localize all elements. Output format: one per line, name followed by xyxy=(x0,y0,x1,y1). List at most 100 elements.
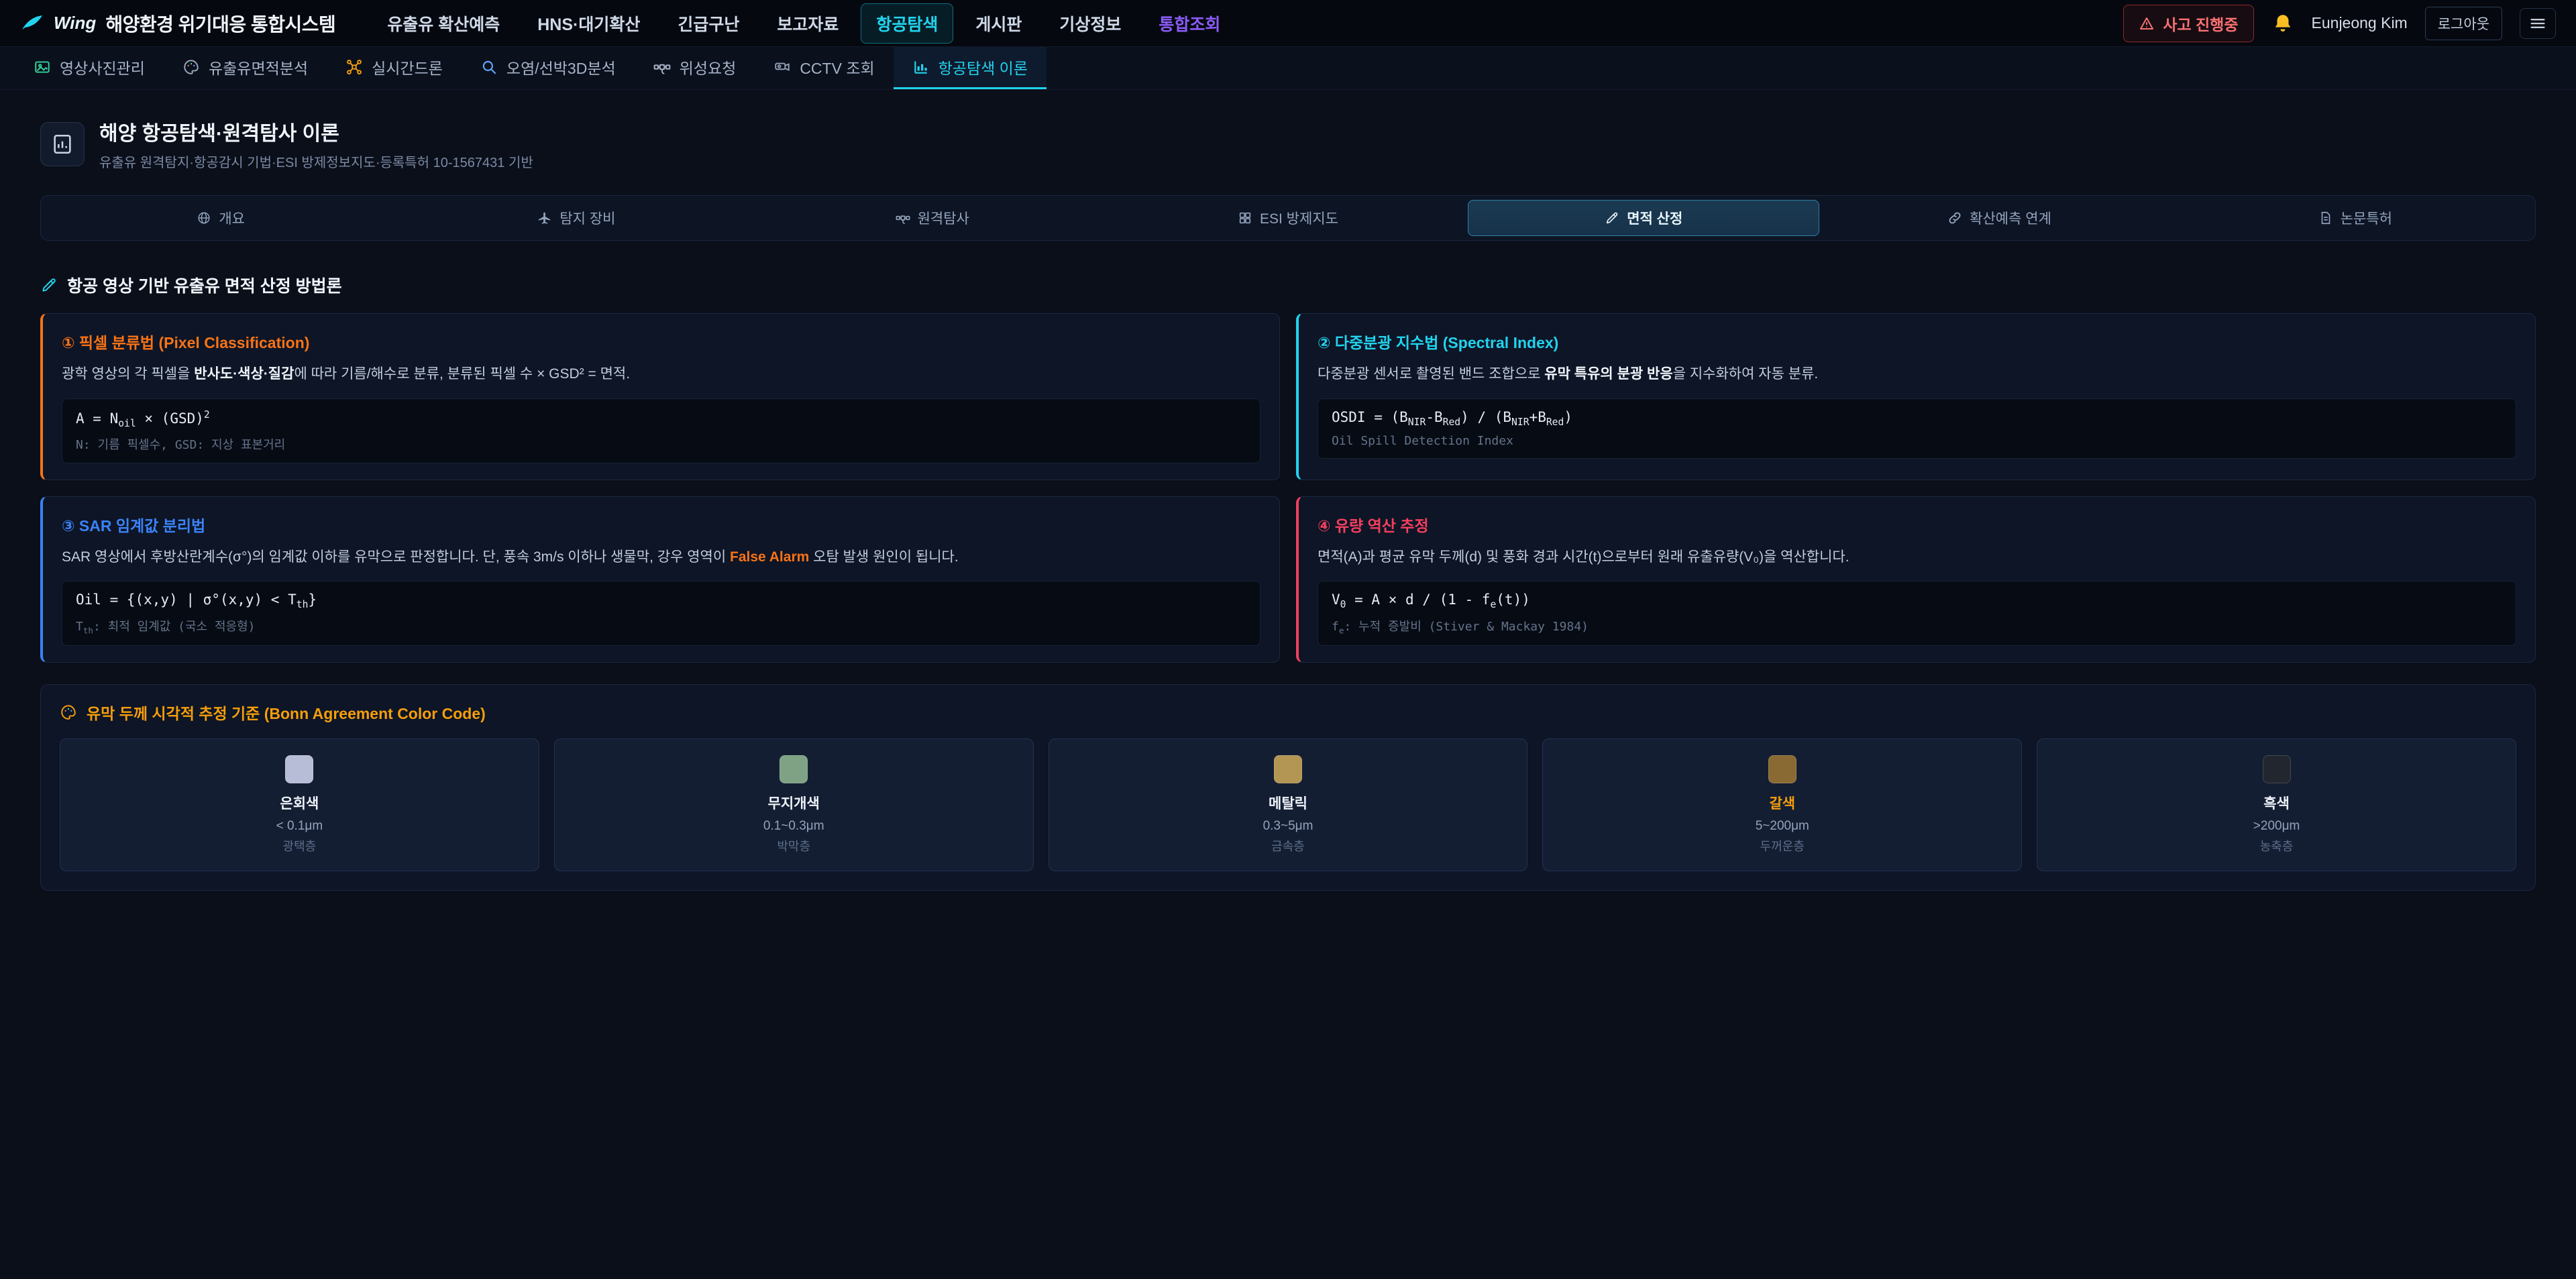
method-formula-block: A = Noil × (GSD)2 N: 기름 픽셀수, GSD: 지상 표본거리 xyxy=(62,398,1260,463)
sub-nav-item-label: 실시간드론 xyxy=(372,56,443,78)
drone-icon xyxy=(345,58,363,76)
method-card: ① 픽셀 분류법 (Pixel Classification) 광학 영상의 각 … xyxy=(40,313,1280,480)
magnifier-icon xyxy=(480,58,498,76)
brand-logo-text: Wing xyxy=(54,13,96,34)
page-titles: 해양 항공탐색·원격탐사 이론 유출유 원격탐지·항공감시 기법·ESI 방제정… xyxy=(99,117,533,171)
topbar: Wing 해양환경 위기대응 통합시스템 유출유 확산예측HNS·대기확산긴급구… xyxy=(0,0,2576,47)
top-nav-item[interactable]: 항공탐색 xyxy=(861,3,953,44)
sub-nav-item[interactable]: 항공탐색 이론 xyxy=(894,47,1046,89)
sub-nav-item-label: 유출유면적분석 xyxy=(209,56,308,78)
bonn-color-name: 흑색 xyxy=(2045,793,2508,813)
theory-tab[interactable]: ESI 방제지도 xyxy=(1112,200,1464,236)
top-nav-item[interactable]: 통합조회 xyxy=(1143,3,1236,44)
theory-tab[interactable]: 논문특허 xyxy=(2180,200,2531,236)
globe-icon xyxy=(197,211,211,225)
bonn-layer-label: 농축층 xyxy=(2045,837,2508,854)
theory-tab-label: 확산예측 연계 xyxy=(1970,208,2051,228)
link-icon xyxy=(1947,211,1962,225)
sub-nav-item-label: 위성요청 xyxy=(680,56,737,78)
method-card-body: 광학 영상의 각 픽셀을 반사도·색상·질감에 따라 기름/해수로 분류, 분류… xyxy=(62,363,1260,386)
bonn-color-name: 메탈릭 xyxy=(1057,793,1519,813)
brand-title: 해양환경 위기대응 통합시스템 xyxy=(105,10,335,37)
sub-nav-item[interactable]: 실시간드론 xyxy=(327,47,462,89)
theory-tab-bar: 개요 탐지 장비 원격탐사 ESI 방제지도 면적 산정 확산예측 연계 논문특허 xyxy=(40,195,2536,241)
chart-icon xyxy=(912,58,930,76)
top-nav-item[interactable]: 긴급구난 xyxy=(662,3,755,44)
method-formula-note: fe: 누적 증발비 (Stiver & Mackay 1984) xyxy=(1332,617,2502,636)
bonn-color-name: 은회색 xyxy=(68,793,531,813)
bonn-color-card: 갈색5~200μm두꺼운층 xyxy=(1542,738,2022,871)
top-nav-item[interactable]: HNS·대기확산 xyxy=(522,3,655,44)
method-formula: A = Noil × (GSD)2 xyxy=(76,409,1246,429)
sub-nav-item[interactable]: 오염/선박3D분석 xyxy=(462,47,635,89)
theory-tab[interactable]: 확산예측 연계 xyxy=(1823,200,2175,236)
doc-chart-icon xyxy=(51,133,74,156)
warning-icon xyxy=(2139,15,2155,32)
theory-tab[interactable]: 면적 산정 xyxy=(1468,200,1819,236)
main-nav: 유출유 확산예측HNS·대기확산긴급구난보고자료항공탐색게시판기상정보통합조회 xyxy=(372,3,1236,44)
bonn-title-text: 유막 두께 시각적 추정 기준 (Bonn Agreement Color Co… xyxy=(87,701,486,724)
logout-button[interactable]: 로그아웃 xyxy=(2425,7,2502,40)
theory-tab[interactable]: 개요 xyxy=(45,200,396,236)
bonn-thickness-range: 5~200μm xyxy=(1551,819,2013,834)
bonn-color-card: 메탈릭0.3~5μm금속층 xyxy=(1049,738,1528,871)
bonn-grid: 은회색< 0.1μm광택층무지개색0.1~0.3μm박막층메탈릭0.3~5μm금… xyxy=(60,738,2516,871)
section-title-text: 항공 영상 기반 유출유 면적 산정 방법론 xyxy=(67,273,342,297)
theory-tab[interactable]: 원격탐사 xyxy=(757,200,1108,236)
top-nav-item[interactable]: 유출유 확산예측 xyxy=(372,3,515,44)
page-title: 해양 항공탐색·원격탐사 이론 xyxy=(99,117,533,146)
bonn-section-title: 유막 두께 시각적 추정 기준 (Bonn Agreement Color Co… xyxy=(60,701,2516,724)
sub-nav-item[interactable]: 위성요청 xyxy=(635,47,755,89)
method-formula-note: Tth: 최적 임계값 (국소 적응형) xyxy=(76,617,1246,636)
topbar-right: 사고 진행중 Eunjeong Kim 로그아웃 xyxy=(2123,5,2556,42)
theory-tab-label: 개요 xyxy=(219,208,245,228)
method-formula: OSDI = (BNIR-BRed) / (BNIR+BRed) xyxy=(1332,409,2502,428)
method-card-title: ① 픽셀 분류법 (Pixel Classification) xyxy=(62,330,1260,353)
notification-bell-icon[interactable] xyxy=(2271,12,2294,35)
color-swatch xyxy=(1274,755,1302,783)
method-formula: Oil = {(x,y) | σ°(x,y) < Tth} xyxy=(76,592,1246,610)
bonn-layer-label: 박막층 xyxy=(563,837,1025,854)
color-swatch xyxy=(2263,755,2291,783)
top-nav-item[interactable]: 보고자료 xyxy=(761,3,854,44)
pencil-icon xyxy=(1605,211,1619,225)
method-formula-note: N: 기름 픽셀수, GSD: 지상 표본거리 xyxy=(76,435,1246,453)
cctv-icon xyxy=(773,58,791,76)
sub-nav: 영상사진관리 유출유면적분석 실시간드론 오염/선박3D분석 위성요청 CCTV 조회 항공… xyxy=(0,47,2576,90)
hamburger-menu-button[interactable] xyxy=(2520,8,2556,39)
sub-nav-item-label: CCTV 조회 xyxy=(800,56,874,78)
theory-tab-label: 논문특허 xyxy=(2341,208,2392,228)
main-content: 해양 항공탐색·원격탐사 이론 유출유 원격탐지·항공감시 기법·ESI 방제정… xyxy=(0,90,2576,891)
theory-tab-label: 면적 산정 xyxy=(1627,208,1682,228)
bonn-layer-label: 금속층 xyxy=(1057,837,1519,854)
method-card-title: ③ SAR 임계값 분리법 xyxy=(62,513,1260,536)
bonn-color-code-section: 유막 두께 시각적 추정 기준 (Bonn Agreement Color Co… xyxy=(40,684,2536,891)
doc-icon xyxy=(2318,211,2333,225)
method-formula-block: V0 = A × d / (1 - fe(t))fe: 누적 증발비 (Stiv… xyxy=(1318,581,2516,646)
sub-nav-item[interactable]: 영상사진관리 xyxy=(15,47,164,89)
plane-icon xyxy=(537,211,552,225)
method-formula-block: OSDI = (BNIR-BRed) / (BNIR+BRed) Oil Spil… xyxy=(1318,398,2516,459)
method-formula-note: Oil Spill Detection Index xyxy=(1332,434,2502,448)
page-subtitle: 유출유 원격탐지·항공감시 기법·ESI 방제정보지도·등록특허 10-1567… xyxy=(99,152,533,171)
method-card-title: ② 다중분광 지수법 (Spectral Index) xyxy=(1318,330,2516,353)
sub-nav-item[interactable]: CCTV 조회 xyxy=(755,47,893,89)
method-card: ② 다중분광 지수법 (Spectral Index) 다중분광 센서로 촬영된 … xyxy=(1296,313,2536,480)
page-header: 해양 항공탐색·원격탐사 이론 유출유 원격탐지·항공감시 기법·ESI 방제정… xyxy=(40,117,2536,171)
palette-icon xyxy=(60,704,77,721)
color-swatch xyxy=(1768,755,1796,783)
bonn-color-card: 흑색>200μm농축층 xyxy=(2037,738,2516,871)
bonn-color-card: 무지개색0.1~0.3μm박막층 xyxy=(554,738,1034,871)
area-estimation-section: 항공 영상 기반 유출유 면적 산정 방법론 ① 픽셀 분류법 (Pixel C… xyxy=(40,273,2536,663)
method-card-body: 다중분광 센서로 촬영된 밴드 조합으로 유막 특유의 분광 반응을 지수화하여… xyxy=(1318,363,2516,386)
bonn-layer-label: 두꺼운층 xyxy=(1551,837,2013,854)
sub-nav-item[interactable]: 유출유면적분석 xyxy=(164,47,327,89)
theory-tab[interactable]: 탐지 장비 xyxy=(400,200,752,236)
incident-status-badge[interactable]: 사고 진행중 xyxy=(2123,5,2253,42)
theory-tab-label: 탐지 장비 xyxy=(559,208,615,228)
grid-icon xyxy=(1238,211,1252,225)
top-nav-item[interactable]: 기상정보 xyxy=(1044,3,1136,44)
bonn-layer-label: 광택층 xyxy=(68,837,531,854)
theory-tab-label: 원격탐사 xyxy=(918,208,969,228)
top-nav-item[interactable]: 게시판 xyxy=(960,3,1037,44)
